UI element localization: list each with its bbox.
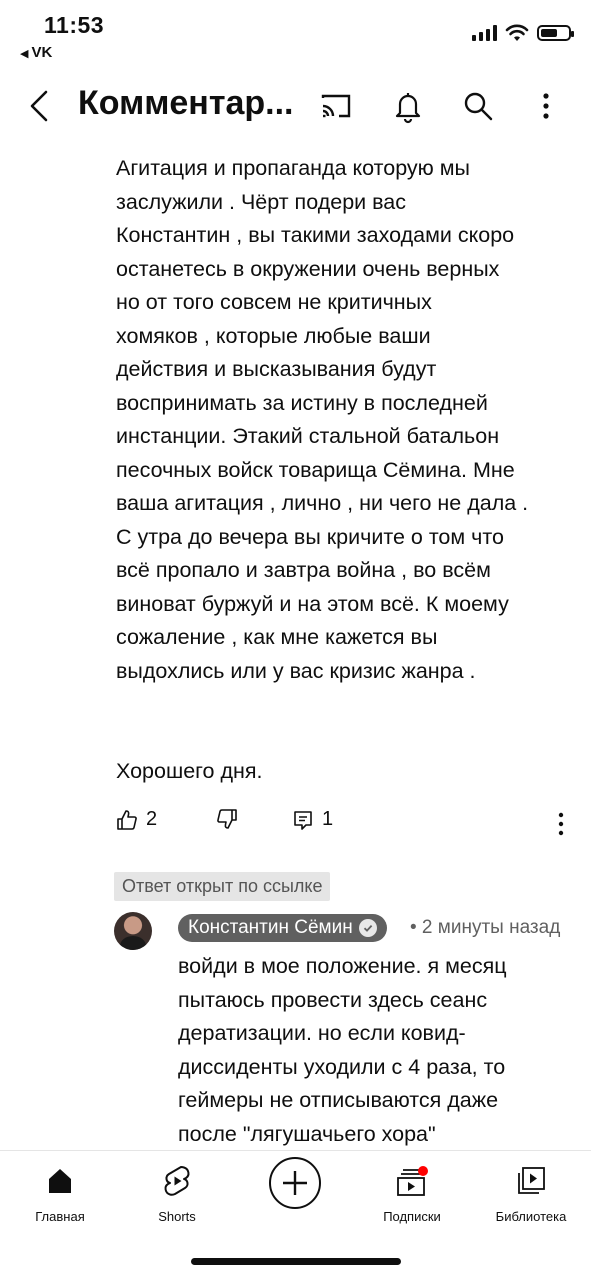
author-name: Константин Сёмин [188,917,353,938]
nav-subscriptions[interactable]: Подписки [357,1161,467,1224]
reply-line: дератизации. но если ковид- [178,1021,466,1045]
home-icon [49,1169,71,1193]
linked-reply-badge: Ответ открыт по ссылке [114,872,331,901]
reply-line: пытаюсь провести здесь сеанс [178,987,488,1012]
status-bar: 11:53 ◀ VK [0,0,591,70]
like-count: 2 [146,808,158,830]
page-title: Комментар... [78,84,294,122]
status-time: 11:53 [44,12,105,38]
bottom-navigation: Главная Shorts Подписки Библиотека [0,1150,591,1251]
verified-check-icon [358,919,377,937]
back-app-label: VK [31,44,53,61]
subscriptions-icon [397,1166,428,1196]
avatar[interactable] [114,912,152,950]
nav-home-label: Главная [35,1209,85,1224]
signal-icon [472,25,497,41]
comment-line: Константин , вы такими заходами скоро [116,223,515,247]
app-header: Комментар... [0,72,591,142]
comment-line: сожаление , как мне кажется вы [116,625,438,649]
more-vert-icon[interactable] [528,88,564,124]
reply-count: 1 [322,808,334,830]
notifications-bell-icon[interactable] [390,88,426,124]
status-icons [472,24,574,42]
comment-line: виноват буржуй и на этом всё. К моему [116,591,509,616]
shorts-icon [164,1166,190,1196]
home-indicator[interactable] [191,1258,401,1265]
comment-line: но от того совсем не критичных [116,290,432,314]
back-to-app[interactable]: ◀ VK [20,44,52,61]
comment-line: инстанции. Этакий стальной батальон [116,424,500,448]
comment-closing: Хорошего дня. [116,759,263,783]
reply-comment-icon [294,810,312,830]
cast-icon[interactable] [318,88,354,124]
nav-shorts[interactable]: Shorts [122,1161,232,1224]
comment-line: останетесь в окружении очень верных [116,256,500,281]
author-chip[interactable]: Константин Сёмин [178,914,387,942]
comment-line: выдохлись или у вас кризис жанра . [116,658,476,683]
comment-line: хомяков , которые любые ваши [116,323,431,348]
wifi-icon [505,24,529,41]
battery-icon [537,25,574,41]
comment-actions: 2 1 [116,808,576,840]
comment-line: заслужили . Чёрт подери вас [116,189,407,214]
reply-text: войди в мое положение. я месяц пытаюсь п… [178,950,578,1151]
create-plus-icon [269,1157,321,1209]
comment-line: действия и высказывания будут [116,357,437,381]
comment-line: С утра до вечера вы кричите о том что [116,524,504,549]
search-icon[interactable] [460,88,496,124]
thumbs-up-icon [117,809,137,830]
comment-line: песочных войск товарища Сёмина. Мне [116,457,515,482]
library-icon [518,1167,545,1194]
back-triangle-icon: ◀ [20,48,29,60]
comment-text: Агитация и пропаганда которую мы заслужи… [116,152,576,789]
nav-shorts-label: Shorts [158,1209,196,1224]
comment-line: всё пропало и завтра война , во всём [116,558,491,582]
nav-create[interactable] [240,1155,350,1211]
nav-subscriptions-label: Подписки [383,1209,441,1224]
reply-timestamp: • 2 минуты назад [410,917,561,938]
nav-library-label: Библиотека [495,1209,567,1224]
comment-line: воспринимать за истину в последней [116,390,488,415]
reply-line: геймеры не отписываются даже [178,1088,499,1112]
back-arrow-icon[interactable] [22,86,56,126]
reply-button[interactable]: 1 [292,808,333,831]
reply-line: войди в мое положение. я месяц [178,954,507,978]
like-button[interactable]: 2 [116,808,157,831]
reply-line: диссиденты уходили с 4 раза, то [178,1054,506,1079]
comment-more-icon[interactable] [556,811,566,837]
nav-library[interactable]: Библиотека [476,1161,586,1224]
comment-line: ваша агитация , лично , ни чего не дала … [116,491,529,515]
nav-home[interactable]: Главная [5,1161,115,1224]
reply-line: после "лягушачьего хора" [178,1121,436,1146]
dislike-button[interactable] [216,808,238,830]
thumbs-down-icon [217,809,237,829]
comment-line: Агитация и пропаганда которую мы [116,156,471,180]
